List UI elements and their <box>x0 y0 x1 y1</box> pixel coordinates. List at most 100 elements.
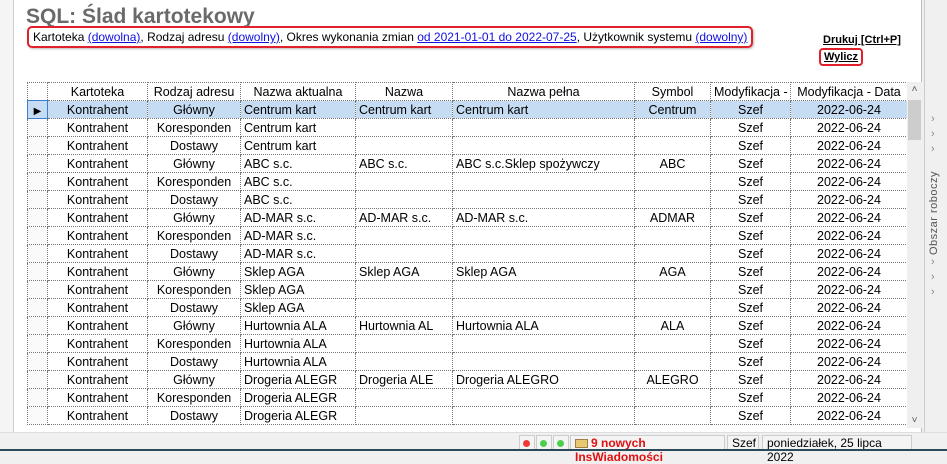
table-header: Kartoteka Rodzaj adresu Nazwa aktualna Nazw… <box>27 82 908 101</box>
table-row[interactable]: Kontrahent Koresponden Drogeria ALEGR Szef 2… <box>27 388 908 407</box>
table-cell <box>452 226 635 245</box>
column-header[interactable]: Modyfikacja - <box>710 82 791 101</box>
row-selector[interactable] <box>27 118 48 137</box>
row-selector[interactable] <box>27 262 48 281</box>
table-row[interactable]: Kontrahent Główny AD-MAR s.c. AD-MAR s.c. AD… <box>27 208 908 227</box>
table-cell: Szef <box>710 172 791 191</box>
table-cell: Kontrahent <box>47 262 148 281</box>
table-cell: Szef <box>710 190 791 209</box>
table-cell <box>634 388 711 407</box>
table-cell: 2022-06-24 <box>790 154 908 173</box>
table-row[interactable]: ▶ Kontrahent Główny Centrum kart Centrum kar… <box>27 100 908 119</box>
table-cell: 2022-06-24 <box>790 226 908 245</box>
envelope-icon <box>575 439 588 448</box>
table-cell: Szef <box>710 406 791 425</box>
chevron-right-icon: › <box>931 271 935 283</box>
table-row[interactable]: Kontrahent Koresponden Sklep AGA Szef 2022-0… <box>27 280 908 299</box>
row-selector[interactable] <box>27 208 48 227</box>
table-cell: Szef <box>710 154 791 173</box>
row-selector[interactable] <box>27 136 48 155</box>
table-row[interactable]: Kontrahent Koresponden Centrum kart Szef 202… <box>27 118 908 137</box>
row-selector[interactable] <box>27 406 48 425</box>
table-cell: Kontrahent <box>47 316 148 335</box>
table-row[interactable]: Kontrahent Dostawy Drogeria ALEGR Szef 2022-… <box>27 406 908 425</box>
row-selector[interactable] <box>27 352 48 371</box>
workspace-panel[interactable]: › › › Obszar roboczy › › › <box>924 0 947 440</box>
table-cell: Szef <box>710 208 791 227</box>
calculate-link[interactable]: Wylicz <box>819 48 864 66</box>
table-cell: Drogeria ALEGR <box>240 388 356 407</box>
table-cell: Szef <box>710 226 791 245</box>
workspace-label[interactable]: Obszar roboczy <box>928 171 940 255</box>
table-cell: Koresponden <box>147 172 241 191</box>
table-row[interactable]: Kontrahent Główny Hurtownia ALA Hurtownia A… <box>27 316 908 335</box>
table-cell: 2022-06-24 <box>790 136 908 155</box>
table-cell: 2022-06-24 <box>790 118 908 137</box>
row-selector[interactable] <box>27 334 48 353</box>
row-selector[interactable] <box>27 226 48 245</box>
rodzaj-link[interactable]: (dowolny) <box>228 30 280 44</box>
user-link[interactable]: (dowolny) <box>695 30 747 44</box>
scroll-up-icon[interactable]: ˄ <box>907 84 922 95</box>
table-row[interactable]: Kontrahent Koresponden Hurtownia ALA Szef 20… <box>27 334 908 353</box>
table-cell: ABC <box>634 154 711 173</box>
table-cell <box>634 298 711 317</box>
row-selector[interactable] <box>27 244 48 263</box>
table-cell: Hurtownia ALA <box>240 316 356 335</box>
table-cell: 2022-06-24 <box>790 262 908 281</box>
table-row[interactable]: Kontrahent Dostawy Sklep AGA Szef 2022-06-24 <box>27 298 908 317</box>
table-cell <box>355 334 453 353</box>
row-selector[interactable] <box>27 388 48 407</box>
module-list-panel[interactable] <box>0 0 14 440</box>
row-selector[interactable] <box>27 280 48 299</box>
column-header[interactable]: Nazwa pełna <box>452 82 635 101</box>
rodzaj-label: , Rodzaj adresu <box>140 30 228 44</box>
table-cell <box>452 352 635 371</box>
table-cell <box>634 406 711 425</box>
table-cell: 2022-06-24 <box>790 334 908 353</box>
table-cell: Centrum kart <box>240 118 356 137</box>
table-row[interactable]: Kontrahent Dostawy Hurtownia ALA Szef 2022-0… <box>27 352 908 371</box>
scroll-down-icon[interactable]: ˅ <box>907 415 922 426</box>
column-header[interactable]: Nazwa aktualna <box>240 82 356 101</box>
table-cell: Hurtownia ALA <box>240 352 356 371</box>
chevron-right-icon: › <box>931 143 935 155</box>
table-row[interactable]: Kontrahent Główny Sklep AGA Sklep AGA Sklep … <box>27 262 908 281</box>
table-row[interactable]: Kontrahent Koresponden AD-MAR s.c. Szef 2022… <box>27 226 908 245</box>
column-header[interactable]: Modyfikacja - Data <box>790 82 908 101</box>
user-label: , Użytkownik systemu <box>576 30 696 44</box>
kartoteka-link[interactable]: (dowolna) <box>88 30 141 44</box>
column-header[interactable]: Symbol <box>634 82 711 101</box>
table-cell: Główny <box>147 100 241 119</box>
row-selector[interactable] <box>27 370 48 389</box>
row-selector[interactable] <box>27 298 48 317</box>
table-cell: Hurtownia AL <box>355 316 453 335</box>
table-row[interactable]: Kontrahent Dostawy Centrum kart Szef 2022-06… <box>27 136 908 155</box>
row-header-corner <box>27 82 48 101</box>
table-cell <box>452 388 635 407</box>
table-cell <box>452 280 635 299</box>
table-row[interactable]: Kontrahent Koresponden ABC s.c. Szef 2022-06… <box>27 172 908 191</box>
table-cell: Szef <box>710 262 791 281</box>
row-selector[interactable]: ▶ <box>27 100 48 119</box>
scrollbar-thumb[interactable] <box>908 100 921 140</box>
okres-link[interactable]: od 2021-01-01 do 2022-07-25 <box>417 30 576 44</box>
table-row[interactable]: Kontrahent Dostawy AD-MAR s.c. Szef 2022-06-… <box>27 244 908 263</box>
column-header[interactable]: Nazwa <box>355 82 453 101</box>
table-row[interactable]: Kontrahent Główny Drogeria ALEGR Drogeria A… <box>27 370 908 389</box>
table-cell: Szef <box>710 280 791 299</box>
table-row[interactable]: Kontrahent Główny ABC s.c. ABC s.c. ABC s.c.… <box>27 154 908 173</box>
table-cell: Szef <box>710 136 791 155</box>
table-cell <box>452 244 635 263</box>
row-selector[interactable] <box>27 172 48 191</box>
table-row[interactable]: Kontrahent Dostawy ABC s.c. Szef 2022-06-24 <box>27 190 908 209</box>
print-link[interactable]: Drukuj [Ctrl+P] <box>823 34 901 46</box>
table-cell <box>452 136 635 155</box>
column-header[interactable]: Kartoteka <box>47 82 148 101</box>
row-selector[interactable] <box>27 190 48 209</box>
table-cell: Szef <box>710 370 791 389</box>
vertical-scrollbar[interactable]: ˄ ˅ <box>907 82 922 428</box>
row-selector[interactable] <box>27 316 48 335</box>
column-header[interactable]: Rodzaj adresu <box>147 82 241 101</box>
row-selector[interactable] <box>27 154 48 173</box>
